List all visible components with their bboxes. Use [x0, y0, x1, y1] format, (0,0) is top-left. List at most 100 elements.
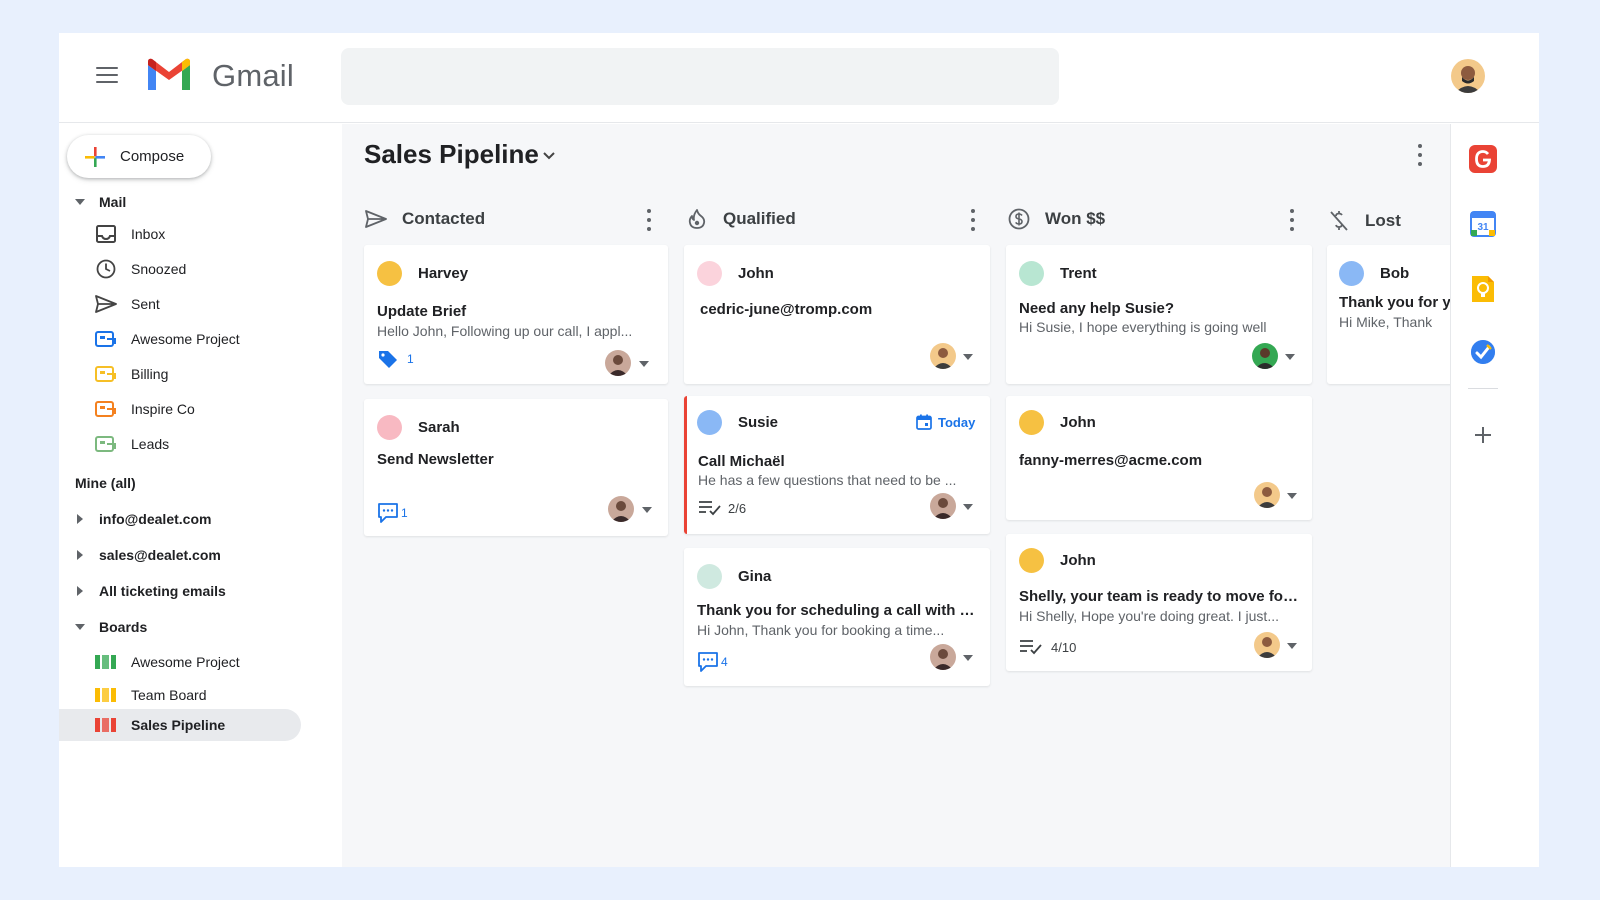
chevron-down-icon[interactable] — [542, 149, 556, 163]
assignee-avatar[interactable] — [608, 496, 634, 522]
menu-icon[interactable] — [96, 67, 118, 83]
sidebar-item-inbox[interactable]: Inbox — [95, 219, 165, 249]
deal-card-trent[interactable]: Trent Need any help Susie? Hi Susie, I h… — [1006, 245, 1312, 384]
card-contact: Trent — [1019, 261, 1097, 286]
mine-all-item[interactable]: Mine (all) — [75, 468, 136, 498]
board-more-icon[interactable] — [1410, 142, 1430, 168]
contact-name: Trent — [1060, 265, 1097, 282]
column-header-qualified: Qualified — [685, 204, 796, 234]
card-contact: John — [1019, 410, 1096, 435]
assignee-avatar[interactable] — [605, 350, 631, 376]
comment-icon — [378, 503, 398, 523]
dealet-addon-icon[interactable] — [1468, 144, 1498, 174]
assignee-avatar[interactable] — [930, 343, 956, 369]
deal-card-john-won[interactable]: John fanny-merres@acme.com — [1006, 396, 1312, 520]
keep-addon-icon[interactable] — [1468, 274, 1498, 304]
card-contact: John — [1019, 548, 1096, 573]
card-contact: Bob — [1339, 261, 1409, 286]
sidebar-item-billing[interactable]: Billing — [95, 359, 168, 389]
assignee-avatar[interactable] — [930, 644, 956, 670]
card-meta: 4/10 — [1019, 639, 1076, 655]
column-label: Lost — [1365, 211, 1401, 230]
account-avatar[interactable] — [1451, 59, 1485, 93]
card-meta: 1 — [377, 502, 408, 524]
boards-section-toggle[interactable]: Boards — [59, 612, 147, 642]
board-item-sales-pipeline[interactable]: Sales Pipeline — [59, 709, 301, 741]
sidebar-item-inspire-co[interactable]: Inspire Co — [95, 394, 195, 424]
card-meta: 2/6 — [698, 500, 746, 516]
shared-inbox-ticketing[interactable]: All ticketing emails — [59, 576, 226, 606]
tasks-addon-icon[interactable] — [1468, 337, 1498, 367]
column-more-icon[interactable] — [968, 209, 978, 231]
assignee-avatar[interactable] — [1254, 632, 1280, 658]
contact-name: John — [1060, 414, 1096, 431]
sidebar-item-leads[interactable]: Leads — [95, 429, 169, 459]
gmail-window: Gmail Compose Mail Inbox Snoozed Sent Aw… — [59, 33, 1539, 867]
board-icon — [95, 684, 117, 706]
assignee-avatar[interactable] — [1254, 482, 1280, 508]
caret-down-icon[interactable] — [962, 501, 974, 513]
shared-inbox-sales[interactable]: sales@dealet.com — [59, 540, 221, 570]
sidebar-item-awesome-project[interactable]: Awesome Project — [95, 324, 240, 354]
column-label: Qualified — [723, 209, 796, 228]
deal-card-john-qualified[interactable]: John cedric-june@tromp.com — [684, 245, 990, 384]
contact-avatar — [1019, 548, 1044, 573]
deal-card-john-shelly[interactable]: John Shelly, your team is ready to move … — [1006, 534, 1312, 671]
board-item-awesome-project[interactable]: Awesome Project — [95, 647, 240, 677]
deal-card-bob[interactable]: Bob Thank you for y Hi Mike, Thank — [1327, 245, 1457, 384]
deal-card-gina[interactable]: Gina Thank you for scheduling a call wit… — [684, 548, 990, 686]
assignee-avatar[interactable] — [1252, 343, 1278, 369]
assignee-avatar[interactable] — [930, 493, 956, 519]
card-snippet: Hello John, Following up our call, I app… — [377, 323, 633, 339]
search-input[interactable] — [341, 48, 1059, 105]
column-more-icon[interactable] — [644, 209, 654, 231]
money-off-icon — [1327, 209, 1351, 233]
caret-down-icon[interactable] — [962, 652, 974, 664]
add-addon-icon[interactable] — [1468, 420, 1498, 450]
deal-card-susie[interactable]: Susie Today Call Michaël He has a few qu… — [684, 396, 990, 534]
caret-down-icon[interactable] — [641, 504, 653, 516]
caret-down-icon[interactable] — [1286, 490, 1298, 502]
caret-down-icon[interactable] — [638, 358, 650, 370]
caret-down-icon[interactable] — [1284, 351, 1296, 363]
board-title[interactable]: Sales Pipeline — [364, 139, 539, 170]
card-subject: Shelly, your team is ready to move forw.… — [1019, 588, 1301, 605]
shared-inbox-info[interactable]: info@dealet.com — [59, 504, 211, 534]
comment-count: 1 — [401, 506, 408, 520]
caret-down-icon — [73, 620, 87, 634]
mail-section-label: Mail — [99, 194, 127, 210]
board-item-team-board[interactable]: Team Board — [95, 680, 206, 710]
card-subject: Call Michaël — [698, 453, 785, 470]
contact-avatar — [377, 415, 402, 440]
send-icon — [95, 293, 117, 315]
card-snippet: He has a few questions that need to be .… — [698, 472, 957, 488]
contact-avatar — [377, 261, 402, 286]
label-icon — [95, 398, 117, 420]
sidebar-item-label: Inbox — [131, 226, 166, 242]
checklist-icon — [1020, 640, 1042, 655]
card-meta: 1 — [377, 349, 414, 369]
calendar-addon-icon[interactable]: 31 — [1468, 209, 1498, 239]
compose-button[interactable]: Compose — [67, 135, 211, 178]
deal-card-sarah[interactable]: Sarah Send Newsletter 1 — [364, 399, 668, 536]
sidebar-item-sent[interactable]: Sent — [95, 289, 160, 319]
contact-name: John — [738, 265, 774, 282]
card-contact: Harvey — [377, 261, 468, 286]
checklist-count: 4/10 — [1051, 639, 1077, 655]
sidebar-item-label: Snoozed — [131, 261, 187, 277]
due-date[interactable]: Today — [916, 414, 975, 430]
card-meta: 4 — [697, 651, 728, 673]
app-title: Gmail — [212, 58, 294, 93]
comment-count: 4 — [721, 655, 728, 669]
column-more-icon[interactable] — [1287, 209, 1297, 231]
sidebar-item-snoozed[interactable]: Snoozed — [95, 254, 186, 284]
mail-section-toggle[interactable]: Mail — [59, 187, 126, 217]
caret-down-icon[interactable] — [1286, 640, 1298, 652]
card-subject: Thank you for scheduling a call with m..… — [697, 602, 979, 619]
shared-inbox-label: All ticketing emails — [99, 583, 226, 599]
contact-avatar — [1339, 261, 1364, 286]
deal-card-harvey[interactable]: Harvey Update Brief Hello John, Followin… — [364, 245, 668, 384]
board-icon — [95, 714, 117, 736]
caret-down-icon[interactable] — [962, 351, 974, 363]
caret-down-icon — [73, 195, 87, 209]
